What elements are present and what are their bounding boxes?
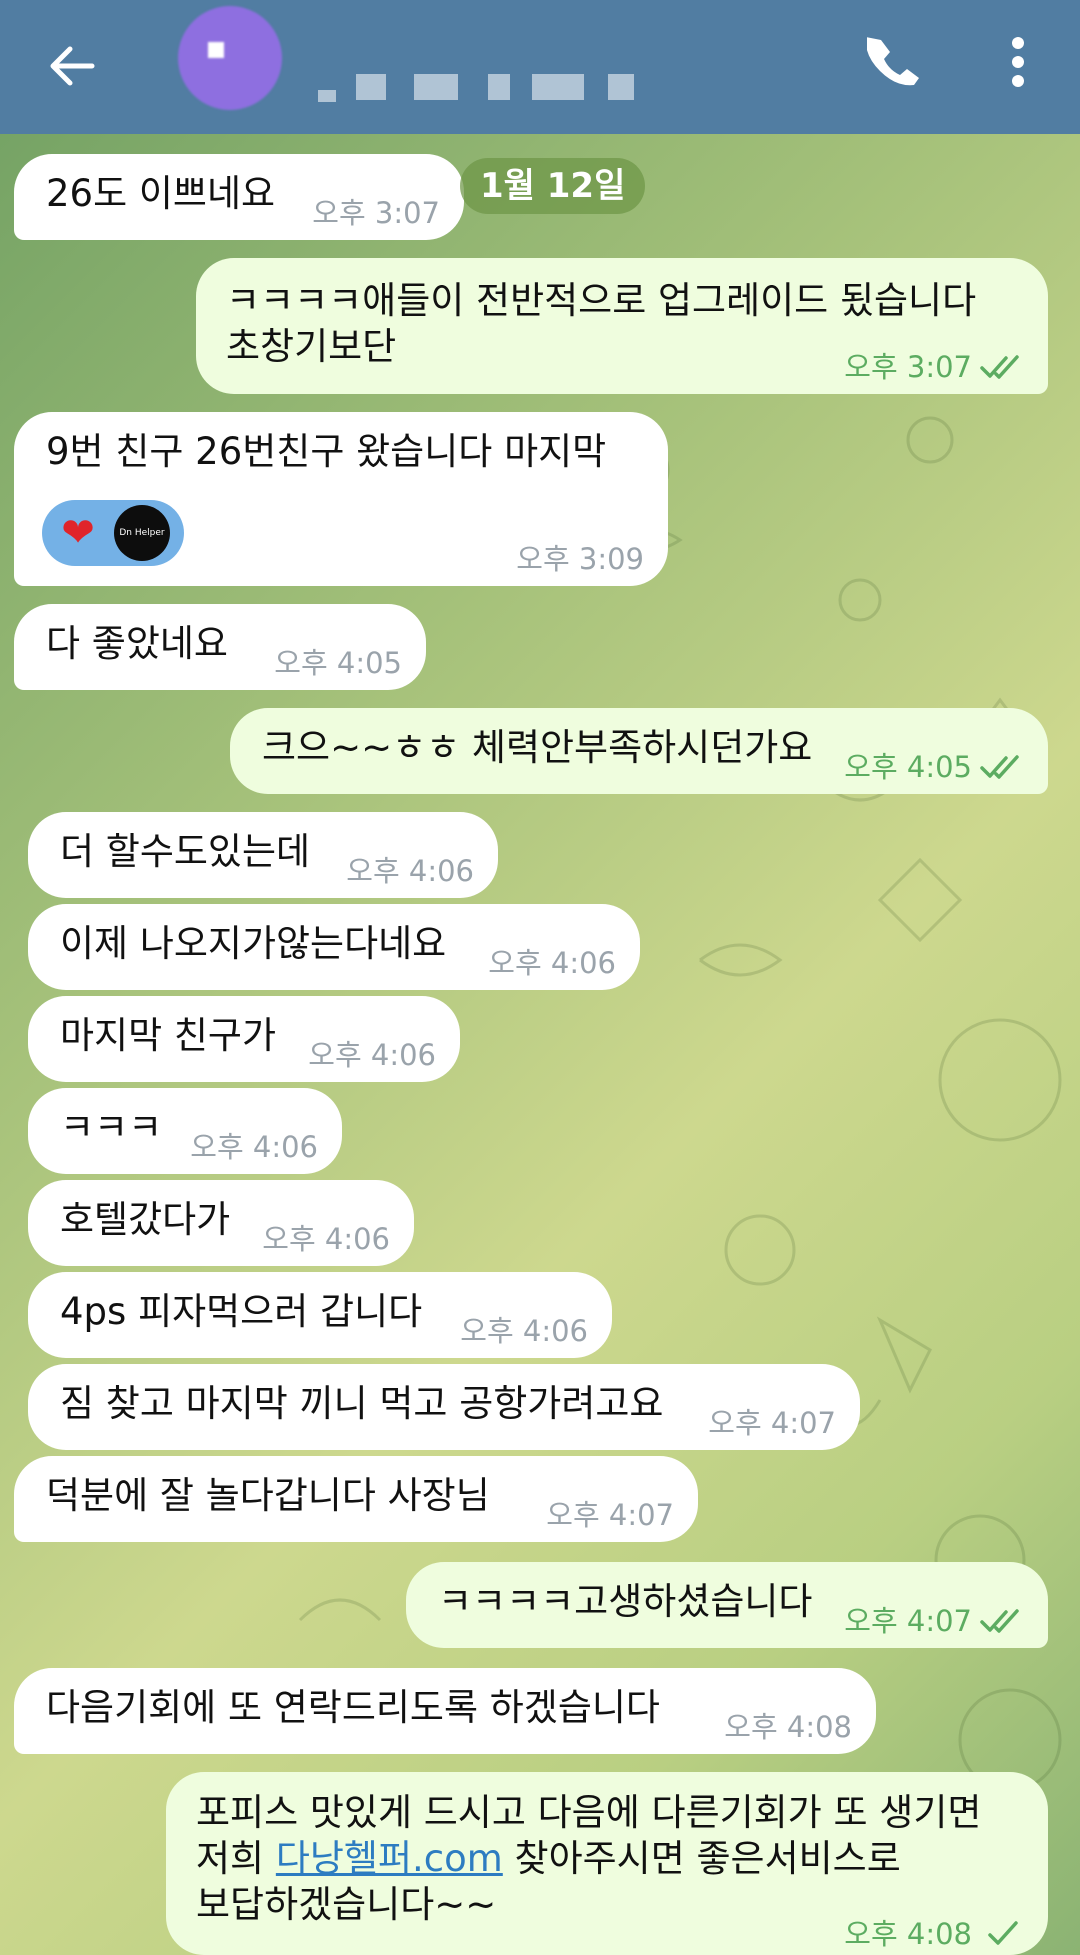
double-check-icon — [980, 1609, 1019, 1633]
heart-reaction-icon: ❤ — [61, 510, 95, 556]
message-line: 포피스 맛있게 드시고 다음에 다른기회가 또 생기면 — [196, 1791, 982, 1834]
message-bubble-incoming[interactable]: ㅋㅋㅋ 오후 4:06 — [28, 1088, 342, 1174]
message-text: 크으~~ㅎㅎ 체력안부족하시던가요 — [262, 726, 813, 769]
more-menu-button[interactable] — [990, 26, 1046, 98]
call-button[interactable] — [858, 26, 930, 98]
message-time: 오후 3:07 — [844, 350, 1024, 384]
message-bubble-outgoing[interactable]: ㅋㅋㅋㅋ고생하셨습니다 오후 4:07 — [406, 1562, 1048, 1648]
single-check-icon — [988, 1921, 1018, 1945]
message-bubble-incoming[interactable]: 덕분에 잘 놀다갑니다 사장님 오후 4:07 — [14, 1456, 698, 1542]
message-time: 오후 3:09 — [516, 542, 644, 576]
message-text: 4ps 피자먹으러 갑니다 — [60, 1290, 423, 1333]
message-text: 호텔갔다가 — [60, 1198, 231, 1241]
message-bubble-incoming[interactable]: 호텔갔다가 오후 4:06 — [28, 1180, 414, 1266]
message-bubble-incoming[interactable]: 이제 나오지가않는다네요 오후 4:06 — [28, 904, 640, 990]
message-text: ㅋㅋㅋ — [60, 1106, 163, 1149]
message-bubble-incoming[interactable]: 마지막 친구가 오후 4:06 — [28, 996, 460, 1082]
message-time: 오후 4:05 — [274, 646, 402, 680]
message-text: 덕분에 잘 놀다갑니다 사장님 — [46, 1474, 490, 1517]
double-check-icon — [980, 355, 1019, 379]
message-time: 오후 4:06 — [488, 946, 616, 980]
contact-avatar-blurred[interactable] — [178, 6, 282, 110]
message-text: 이제 나오지가않는다네요 — [60, 922, 447, 965]
message-text: 마지막 친구가 — [60, 1014, 277, 1057]
message-text: ㅋㅋㅋㅋ고생하셨습니다 — [438, 1580, 813, 1623]
chat-header — [0, 0, 1080, 134]
message-bubble-incoming[interactable]: 다 좋았네요 오후 4:05 — [14, 604, 426, 690]
phone-icon — [867, 37, 919, 86]
message-text: 9번 친구 26번친구 왔습니다 마지막 — [46, 430, 607, 473]
arrow-left-icon — [50, 46, 95, 86]
message-time: 오후 3:07 — [312, 196, 440, 230]
message-bubble-incoming[interactable]: 짐 찾고 마지막 끼니 먹고 공항가려고요 오후 4:07 — [28, 1364, 860, 1450]
message-line: ㅋㅋㅋㅋ애들이 전반적으로 업그레이드 됬습니다 — [226, 279, 977, 322]
message-time: 오후 4:06 — [346, 854, 474, 888]
message-time: 오후 4:06 — [262, 1222, 390, 1256]
message-time: 오후 4:07 — [708, 1406, 836, 1440]
contact-name-blurred[interactable] — [318, 74, 634, 104]
back-button[interactable] — [34, 28, 110, 104]
message-text: 다 좋았네요 — [46, 622, 228, 665]
message-text: 짐 찾고 마지막 끼니 먹고 공항가려고요 — [60, 1382, 664, 1425]
reactor-avatar: Dn Helper — [114, 505, 170, 561]
date-separator: 1월 12일 — [460, 158, 646, 214]
message-bubble-incoming[interactable]: 4ps 피자먹으러 갑니다 오후 4:06 — [28, 1272, 612, 1358]
message-text: 다음기회에 또 연락드리도록 하겠습니다 — [46, 1686, 660, 1729]
message-text: 26도 이쁘네요 — [46, 172, 276, 215]
message-text: 포피스 맛있게 드시고 다음에 다른기회가 또 생기면 저희 다낭헬퍼.com … — [196, 1790, 981, 1928]
message-time: 오후 4:07 — [546, 1498, 674, 1532]
message-line: 저희 다낭헬퍼.com 찾아주시면 좋은서비스로 — [196, 1837, 901, 1880]
message-bubble-incoming[interactable]: 26도 이쁘네요 오후 3:07 — [14, 154, 464, 240]
message-bubble-outgoing[interactable]: ㅋㅋㅋㅋ애들이 전반적으로 업그레이드 됬습니다 초창기보단 오후 3:07 — [196, 258, 1048, 394]
message-time: 오후 4:06 — [190, 1130, 318, 1164]
message-time: 오후 4:05 — [844, 750, 1024, 784]
message-bubble-incoming[interactable]: 다음기회에 또 연락드리도록 하겠습니다 오후 4:08 — [14, 1668, 876, 1754]
double-check-icon — [980, 755, 1019, 779]
message-time: 오후 4:06 — [460, 1314, 588, 1348]
message-text: 더 할수도있는데 — [60, 830, 311, 873]
message-time: 오후 4:06 — [308, 1038, 436, 1072]
message-bubble-incoming[interactable]: 더 할수도있는데 오후 4:06 — [28, 812, 498, 898]
message-bubble-outgoing[interactable]: 포피스 맛있게 드시고 다음에 다른기회가 또 생기면 저희 다낭헬퍼.com … — [166, 1772, 1048, 1955]
more-vertical-icon — [1012, 37, 1024, 87]
message-bubble-incoming[interactable]: 9번 친구 26번친구 왔습니다 마지막 ❤ Dn Helper 오후 3:09 — [14, 412, 668, 586]
message-time: 오후 4:08 — [724, 1710, 852, 1744]
message-reactions[interactable]: ❤ Dn Helper — [42, 500, 184, 566]
message-time: 오후 4:07 — [844, 1604, 1024, 1638]
message-time: 오후 4:08 — [844, 1917, 1024, 1951]
message-bubble-outgoing[interactable]: 크으~~ㅎㅎ 체력안부족하시던가요 오후 4:05 — [230, 708, 1048, 794]
website-link[interactable]: 다낭헬퍼.com — [276, 1837, 503, 1880]
